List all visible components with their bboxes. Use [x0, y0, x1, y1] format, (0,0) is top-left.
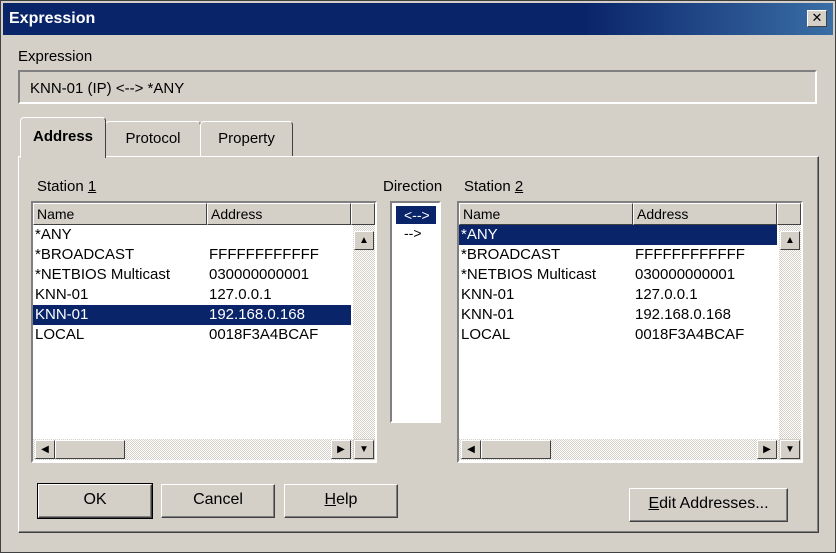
row-name: *NETBIOS Multicast	[461, 266, 597, 283]
station1-scroll-left[interactable]: ◀	[35, 440, 55, 459]
arrow-right-icon: ▶	[763, 444, 771, 455]
cancel-button[interactable]: Cancel	[161, 484, 275, 518]
station1-row[interactable]: *ANY	[33, 225, 351, 245]
station2-row[interactable]: KNN-01 127.0.0.1	[459, 285, 777, 305]
row-address: 192.168.0.168	[209, 306, 305, 323]
station2-scroll-corner: ▼	[779, 439, 801, 460]
arrow-left-icon: ◀	[41, 444, 49, 455]
station2-col-address[interactable]: Address	[633, 203, 777, 225]
station2-row[interactable]: *BROADCAST FFFFFFFFFFFF	[459, 245, 777, 265]
station1-hscroll-thumb[interactable]	[55, 440, 125, 459]
station2-col-name[interactable]: Name	[459, 203, 633, 225]
tab-property-label: Property	[218, 130, 275, 147]
station1-scroll-right[interactable]: ▶	[331, 440, 351, 459]
station2-label: Station 2	[464, 178, 524, 195]
station1-row[interactable]: *NETBIOS Multicast 030000000001	[33, 265, 351, 285]
station2-vscrollbar[interactable]: ▲	[779, 225, 801, 440]
station1-vscrollbar[interactable]: ▲	[353, 225, 375, 440]
station1-scroll-corner: ▼	[353, 439, 375, 460]
station2-row[interactable]: *ANY	[459, 225, 777, 245]
tab-address-label: Address	[32, 128, 94, 145]
arrow-up-icon: ▲	[359, 235, 369, 246]
close-button[interactable]: ✕	[807, 10, 827, 27]
station2-scroll-up[interactable]: ▲	[780, 231, 800, 250]
row-name: KNN-01	[461, 286, 515, 303]
ok-button[interactable]: OK	[37, 483, 153, 519]
station2-row[interactable]: *NETBIOS Multicast 030000000001	[459, 265, 777, 285]
station2-scroll-right[interactable]: ▶	[757, 440, 777, 459]
expression-field: KNN-01 (IP) <--> *ANY	[18, 70, 817, 104]
station1-row[interactable]: *BROADCAST FFFFFFFFFFFF	[33, 245, 351, 265]
direction-option-both[interactable]: <-->	[396, 206, 436, 224]
station1-col-address[interactable]: Address	[207, 203, 351, 225]
row-address: 192.168.0.168	[635, 306, 731, 323]
edit-addresses-button[interactable]: Edit Addresses...	[629, 488, 788, 522]
row-address: 030000000001	[635, 266, 736, 283]
row-name: LOCAL	[461, 326, 511, 343]
row-name: LOCAL	[35, 326, 85, 343]
expression-label: Expression	[18, 48, 93, 65]
station2-scroll-left[interactable]: ◀	[461, 440, 481, 459]
tab-protocol[interactable]: Protocol	[105, 121, 201, 157]
row-name: KNN-01	[461, 306, 515, 323]
station1-list[interactable]: Name Address *ANY *BROADCAST FFFFFFFFFFFF *…	[31, 201, 377, 463]
station1-row[interactable]: KNN-01 192.168.0.168	[33, 305, 351, 325]
row-name: KNN-01	[35, 286, 89, 303]
expression-dialog: Expression ✕ Expression KNN-01 (IP) <-->…	[0, 0, 836, 553]
row-name: *NETBIOS Multicast	[35, 266, 171, 283]
station1-row[interactable]: LOCAL 0018F3A4BCAF	[33, 325, 351, 345]
arrow-left-icon: ◀	[467, 444, 475, 455]
tab-address[interactable]: Address	[20, 117, 106, 158]
arrow-down-icon: ▼	[785, 444, 795, 455]
close-icon: ✕	[811, 10, 823, 25]
station2-row[interactable]: KNN-01 192.168.0.168	[459, 305, 777, 325]
arrow-down-icon: ▼	[359, 444, 369, 455]
expression-value: KNN-01 (IP) <--> *ANY	[30, 80, 185, 97]
tab-property[interactable]: Property	[200, 121, 293, 157]
row-address: 0018F3A4BCAF	[635, 326, 745, 343]
row-name: *ANY	[461, 226, 498, 243]
station1-label: Station 1	[37, 178, 97, 195]
row-name: *ANY	[35, 226, 72, 243]
station2-row[interactable]: LOCAL 0018F3A4BCAF	[459, 325, 777, 345]
arrow-right-icon: ▶	[337, 444, 345, 455]
tab-protocol-label: Protocol	[125, 130, 181, 147]
arrow-up-icon: ▲	[785, 235, 795, 246]
station1-row[interactable]: KNN-01 127.0.0.1	[33, 285, 351, 305]
row-address: FFFFFFFFFFFF	[209, 246, 319, 263]
row-address: 030000000001	[209, 266, 310, 283]
row-address: FFFFFFFFFFFF	[635, 246, 745, 263]
direction-label: Direction	[383, 178, 443, 195]
station1-hscrollbar[interactable]: ◀ ▶	[33, 439, 353, 460]
title-bar[interactable]: Expression ✕	[3, 3, 833, 35]
station1-scroll-down[interactable]: ▼	[354, 440, 374, 459]
direction-option-forward[interactable]: -->	[396, 224, 436, 242]
help-button[interactable]: Help	[284, 484, 398, 518]
station1-col-name[interactable]: Name	[33, 203, 207, 225]
window-title: Expression	[9, 10, 96, 27]
station2-list[interactable]: Name Address *ANY *BROADCAST FFFFFFFFFFFF *…	[457, 201, 803, 463]
row-name: *BROADCAST	[35, 246, 135, 263]
station1-col-filler	[351, 203, 375, 225]
row-address: 0018F3A4BCAF	[209, 326, 319, 343]
row-address: 127.0.0.1	[635, 286, 698, 303]
row-name: KNN-01	[35, 306, 89, 323]
station2-col-filler	[777, 203, 801, 225]
station1-scroll-up[interactable]: ▲	[354, 231, 374, 250]
station2-scroll-down[interactable]: ▼	[780, 440, 800, 459]
station2-hscrollbar[interactable]: ◀ ▶	[459, 439, 779, 460]
direction-list[interactable]: <--> -->	[390, 201, 441, 423]
row-address: 127.0.0.1	[209, 286, 272, 303]
station2-hscroll-thumb[interactable]	[481, 440, 551, 459]
row-name: *BROADCAST	[461, 246, 561, 263]
